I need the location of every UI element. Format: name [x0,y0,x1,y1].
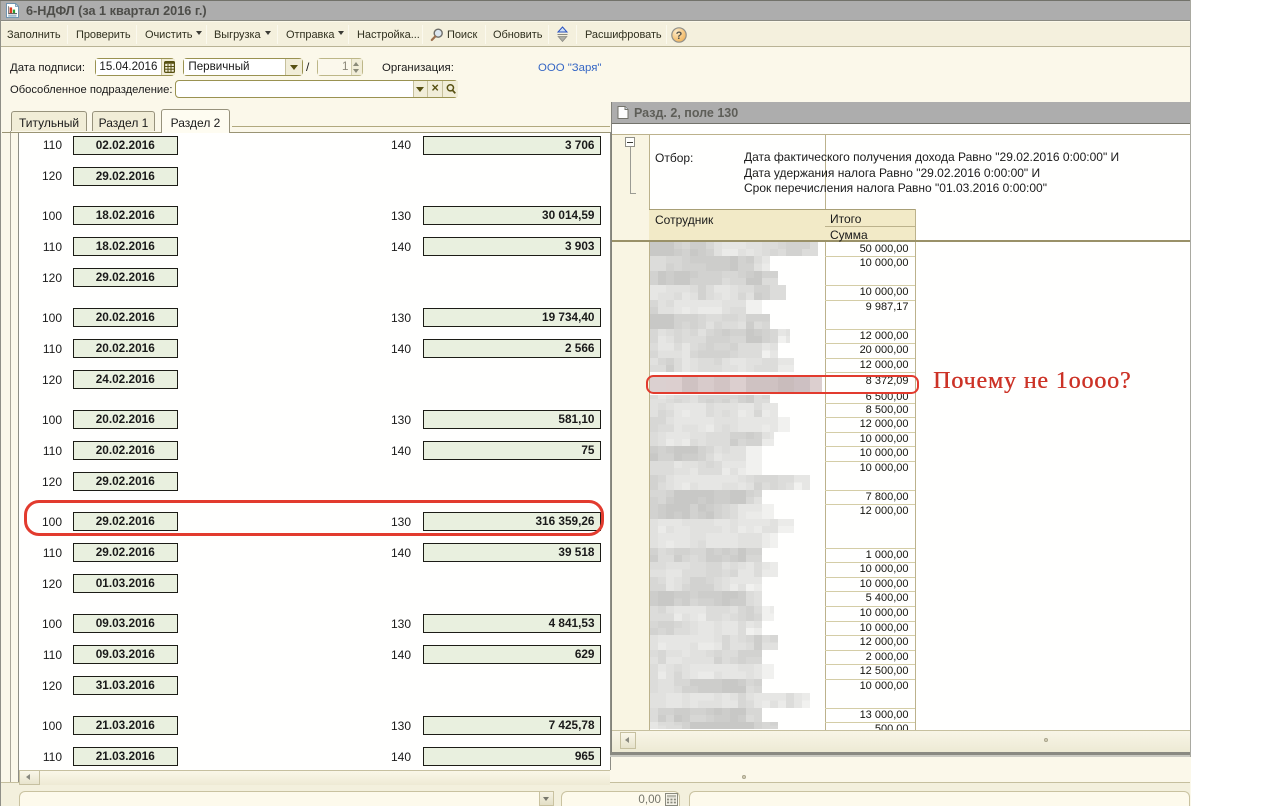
svg-text:?: ? [676,30,683,42]
